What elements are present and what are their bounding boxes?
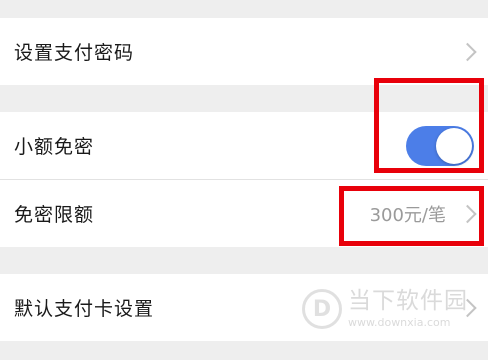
- limit-highlight-box: [339, 186, 484, 246]
- set-payment-password-row[interactable]: 设置支付密码: [0, 18, 488, 85]
- default-card-label: 默认支付卡设置: [14, 298, 155, 320]
- section-spacer: [0, 247, 488, 274]
- top-spacer: [0, 0, 488, 18]
- small-amount-free-label: 小额免密: [14, 136, 95, 158]
- watermark-logo-icon: D: [302, 289, 342, 329]
- chevron-right-icon: [458, 42, 477, 61]
- toggle-highlight-box: [374, 78, 484, 173]
- free-limit-label: 免密限额: [14, 204, 95, 226]
- watermark: D 当下软件园 www.downxia.com: [302, 289, 468, 329]
- watermark-url: www.downxia.com: [348, 316, 451, 329]
- set-payment-password-label: 设置支付密码: [14, 42, 135, 64]
- watermark-title: 当下软件园: [348, 288, 468, 314]
